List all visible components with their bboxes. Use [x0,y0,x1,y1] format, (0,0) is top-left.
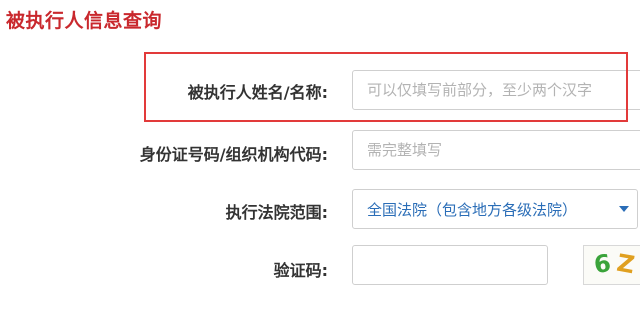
captcha-image[interactable]: 6 Z [583,245,640,285]
query-page: 被执行人信息查询 被执行人姓名/名称: 身份证号码/组织机构代码: 执行法院范围… [0,0,640,320]
court-select-value: 全国法院（包含地方各级法院） [367,200,578,219]
id-label: 身份证号码/组织机构代码: [139,145,328,164]
captcha-input[interactable] [352,245,548,285]
captcha-char: Z [614,248,637,280]
court-select[interactable]: 全国法院（包含地方各级法院） [352,189,638,229]
page-title: 被执行人信息查询 [6,10,163,32]
captcha-char: 6 [592,248,613,280]
id-input[interactable] [352,130,640,170]
court-label: 执行法院范围: [225,203,328,222]
chevron-down-icon [619,206,629,212]
name-label: 被执行人姓名/名称: [187,83,328,102]
captcha-label: 验证码: [273,261,328,280]
name-input[interactable] [352,70,640,110]
